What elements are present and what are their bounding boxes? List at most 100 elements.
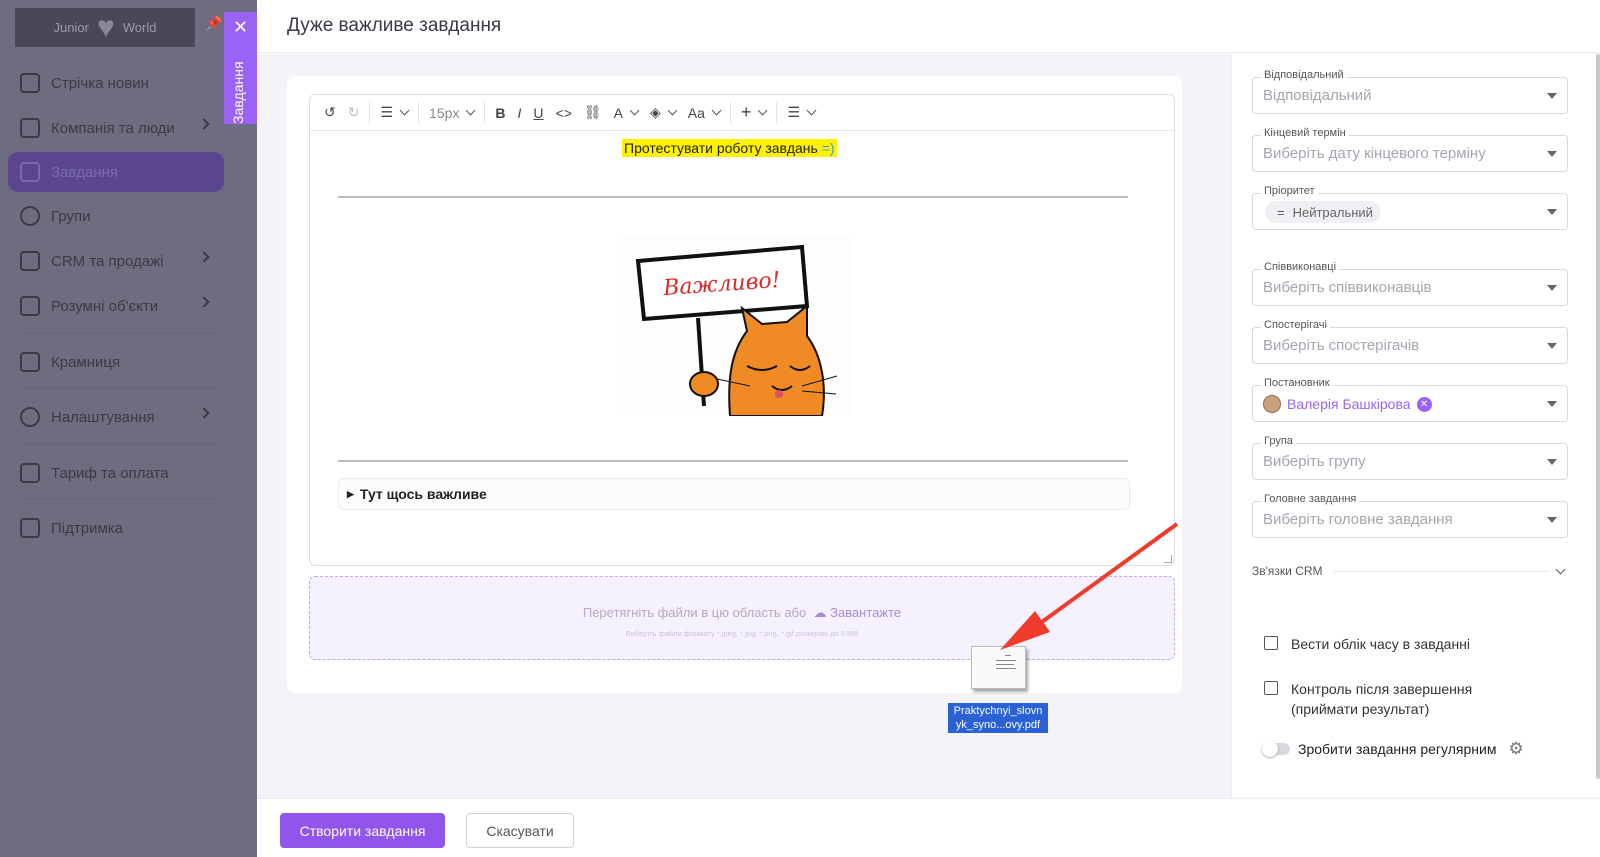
label-line2: (приймати результат) xyxy=(1291,701,1430,717)
insert-dropdown[interactable]: + xyxy=(735,99,773,127)
redo-icon[interactable]: ↻ xyxy=(342,99,366,127)
co-executors-select[interactable]: Співвиконавці Виберіть співвиконавців xyxy=(1252,261,1568,306)
pin-icon[interactable]: 📌 xyxy=(205,15,222,32)
caret-down-icon xyxy=(1547,343,1557,349)
create-task-button[interactable]: Створити завдання xyxy=(280,813,445,848)
remove-icon[interactable]: ✕ xyxy=(1416,396,1432,412)
nav-item-company[interactable]: Компанія та люди xyxy=(8,108,224,148)
caret-down-icon xyxy=(1547,285,1557,291)
logo[interactable]: Junior ♥ World xyxy=(15,8,195,47)
responsible-select[interactable]: Відповідальний Відповідальний xyxy=(1252,69,1568,114)
collapsible-details[interactable]: ▶ Тут щось важливе xyxy=(338,478,1130,510)
scrollbar[interactable] xyxy=(1596,54,1600,779)
toolbar-divider xyxy=(776,101,778,124)
upload-cloud-icon[interactable]: ☁ xyxy=(813,605,826,620)
wallet-icon xyxy=(20,463,40,483)
font-color-dropdown[interactable]: A xyxy=(608,99,644,127)
highlight-text: Протестувати роботу завдань xyxy=(624,140,822,156)
undo-icon[interactable]: ↺ xyxy=(318,99,342,127)
align-left-icon: ☰ xyxy=(787,104,800,120)
deadline-select[interactable]: Кінцевий термін Виберіть дату кінцевого … xyxy=(1252,127,1568,172)
nav-item-billing[interactable]: Тариф та оплата xyxy=(8,453,224,493)
observers-select[interactable]: Спостерігачі Виберіть спостерігачів xyxy=(1252,319,1568,364)
tasks-side-tab[interactable]: ✕ Завдання xyxy=(224,12,257,124)
nav-item-settings[interactable]: Налаштування xyxy=(8,397,224,437)
dragged-file-thumbnail[interactable] xyxy=(971,646,1026,689)
priority-select[interactable]: Пріоритет = Нейтральний xyxy=(1252,185,1568,230)
rich-text-editor[interactable]: ↺ ↻ ☰ 15px B I U <> ⛓ A ◈ Aa + ☰ Протест… xyxy=(309,94,1175,566)
time-tracking-checkbox[interactable] xyxy=(1264,636,1278,650)
time-tracking-option[interactable]: Вести облік часу в завданні xyxy=(1264,634,1470,654)
modal-body: ↺ ↻ ☰ 15px B I U <> ⛓ A ◈ Aa + ☰ Протест… xyxy=(257,54,1231,798)
link-icon[interactable]: ⛓ xyxy=(578,99,608,127)
chevron-down-icon xyxy=(399,105,410,116)
modal-footer: Створити завдання Скасувати xyxy=(257,798,1600,857)
nav-label: Налаштування xyxy=(51,408,155,426)
equals-icon: = xyxy=(1277,204,1285,220)
avatar xyxy=(1263,395,1281,413)
editor-toolbar: ↺ ↻ ☰ 15px B I U <> ⛓ A ◈ Aa + ☰ xyxy=(310,95,1174,131)
caret-down-icon xyxy=(1547,93,1557,99)
modal-header: Дуже важливе завдання xyxy=(257,0,1600,53)
bold-button[interactable]: B xyxy=(489,99,511,127)
nav-item-news[interactable]: Стрічка новин xyxy=(8,63,224,103)
paragraph-format-dropdown[interactable]: ☰ xyxy=(374,99,414,127)
gear-icon[interactable]: ⚙ xyxy=(1508,739,1523,759)
scan-icon xyxy=(20,296,40,316)
gear-icon xyxy=(20,407,40,427)
alignment-dropdown[interactable]: ☰ xyxy=(781,99,821,127)
caret-down-icon xyxy=(1547,401,1557,407)
control-checkbox[interactable] xyxy=(1264,681,1278,695)
nav-item-support[interactable]: Підтримка xyxy=(8,508,224,548)
field-label: Постановник xyxy=(1261,377,1333,389)
chevron-down-icon xyxy=(465,105,476,116)
field-label: Головне завдання xyxy=(1261,493,1360,505)
resize-handle[interactable] xyxy=(1164,555,1172,563)
recurring-option[interactable]: Зробити завдання регулярним ⚙ xyxy=(1262,739,1524,759)
author-select[interactable]: Постановник Валерія Башкірова ✕ xyxy=(1252,377,1568,422)
help-icon xyxy=(20,518,40,538)
nav-label: Розумні об'єкти xyxy=(51,297,159,315)
underline-button[interactable]: U xyxy=(527,99,549,127)
caret-down-icon xyxy=(1547,209,1557,215)
highlight-color-dropdown[interactable]: ◈ xyxy=(644,99,682,127)
database-icon xyxy=(20,251,40,271)
field-label: Відповідальний xyxy=(1261,69,1347,81)
chevron-down-icon xyxy=(806,105,817,116)
close-icon[interactable]: ✕ xyxy=(233,18,248,36)
nav-item-store[interactable]: Крамниця xyxy=(8,342,224,382)
nav-label: Тариф та оплата xyxy=(51,464,169,482)
cancel-button[interactable]: Скасувати xyxy=(466,813,574,848)
font-size-dropdown[interactable]: 15px xyxy=(423,99,480,127)
toolbar-divider xyxy=(418,101,420,124)
dropzone-hint: Виберіть файли формату *.jpeg, *.jpg, *.… xyxy=(625,629,859,638)
home-icon xyxy=(20,73,40,93)
important-cat-image: Важливо! xyxy=(622,236,852,416)
checkbox-label: Контроль після завершення (приймати резу… xyxy=(1291,679,1472,719)
upload-link[interactable]: Завантажте xyxy=(830,605,901,620)
dragged-file-name: Praktychnyi_slovn yk_syno...ovy.pdf xyxy=(948,703,1048,733)
nav-item-crm[interactable]: CRM та продажі xyxy=(8,241,224,281)
recurring-toggle[interactable] xyxy=(1262,741,1290,757)
details-summary: Тут щось важливе xyxy=(359,486,487,502)
plus-icon: + xyxy=(740,102,752,122)
field-label: Група xyxy=(1261,435,1296,447)
file-dropzone[interactable]: Перетягніть файли в цю область або ☁ Зав… xyxy=(309,576,1175,660)
priority-value: Нейтральний xyxy=(1292,204,1373,220)
parent-task-select[interactable]: Головне завдання Виберіть головне завдан… xyxy=(1252,493,1568,538)
toolbar-divider xyxy=(484,101,486,124)
italic-button[interactable]: I xyxy=(512,99,528,127)
label-line1: Контроль після завершення xyxy=(1291,681,1473,697)
code-icon[interactable]: <> xyxy=(550,99,578,127)
crm-links-toggle[interactable]: Зв'язки CRM xyxy=(1252,564,1568,584)
nav-item-tasks[interactable]: Завдання xyxy=(8,152,224,192)
text-case-dropdown[interactable]: Aa xyxy=(682,99,726,127)
dropzone-text: Перетягніть файли в цю область або ☁ Зав… xyxy=(310,605,1174,621)
heart-icon: ♥ xyxy=(96,10,115,44)
control-after-complete-option[interactable]: Контроль після завершення (приймати резу… xyxy=(1264,679,1472,719)
group-select[interactable]: Група Виберіть групу xyxy=(1252,435,1568,480)
nav-item-smart-objects[interactable]: Розумні об'єкти xyxy=(8,286,224,326)
divider xyxy=(1334,571,1549,572)
nav-item-groups[interactable]: Групи xyxy=(8,196,224,236)
chevron-down-icon xyxy=(711,105,722,116)
